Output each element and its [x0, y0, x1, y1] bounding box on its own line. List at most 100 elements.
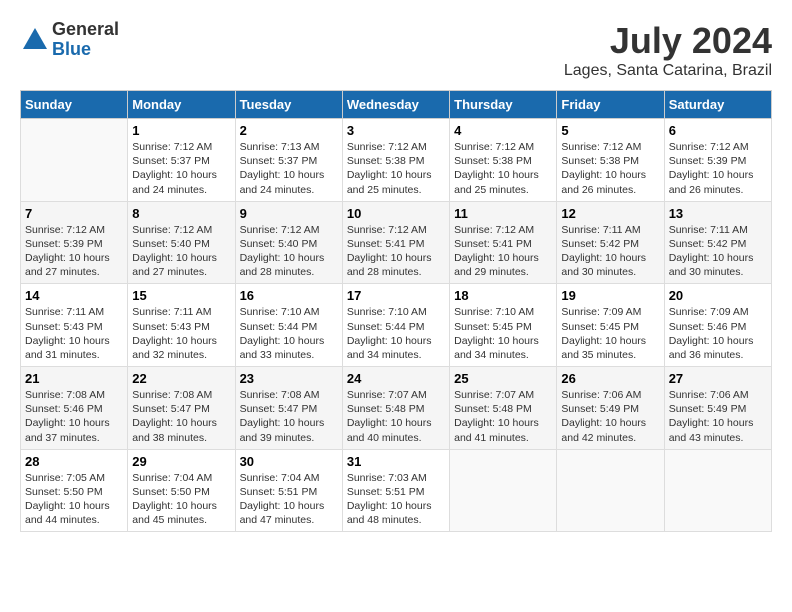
day-info: Sunrise: 7:12 AM Sunset: 5:40 PM Dayligh… — [240, 223, 338, 280]
day-number: 16 — [240, 288, 338, 303]
weekday-header-monday: Monday — [128, 91, 235, 119]
calendar-cell: 20 Sunrise: 7:09 AM Sunset: 5:46 PM Dayli… — [664, 284, 771, 367]
calendar-cell: 27 Sunrise: 7:06 AM Sunset: 5:49 PM Dayli… — [664, 367, 771, 450]
day-number: 4 — [454, 123, 552, 138]
weekday-header-wednesday: Wednesday — [342, 91, 449, 119]
calendar-cell: 29 Sunrise: 7:04 AM Sunset: 5:50 PM Dayli… — [128, 449, 235, 532]
day-info: Sunrise: 7:10 AM Sunset: 5:44 PM Dayligh… — [347, 305, 445, 362]
calendar-cell: 17 Sunrise: 7:10 AM Sunset: 5:44 PM Dayli… — [342, 284, 449, 367]
weekday-header-tuesday: Tuesday — [235, 91, 342, 119]
day-number: 6 — [669, 123, 767, 138]
day-number: 29 — [132, 454, 230, 469]
day-info: Sunrise: 7:03 AM Sunset: 5:51 PM Dayligh… — [347, 471, 445, 528]
logo-general-text: General — [52, 20, 119, 40]
day-number: 18 — [454, 288, 552, 303]
day-info: Sunrise: 7:12 AM Sunset: 5:38 PM Dayligh… — [347, 140, 445, 197]
day-number: 3 — [347, 123, 445, 138]
day-info: Sunrise: 7:08 AM Sunset: 5:47 PM Dayligh… — [240, 388, 338, 445]
calendar-cell: 25 Sunrise: 7:07 AM Sunset: 5:48 PM Dayli… — [450, 367, 557, 450]
calendar-cell — [21, 119, 128, 202]
day-number: 9 — [240, 206, 338, 221]
day-number: 27 — [669, 371, 767, 386]
calendar-cell: 18 Sunrise: 7:10 AM Sunset: 5:45 PM Dayli… — [450, 284, 557, 367]
weekday-header-sunday: Sunday — [21, 91, 128, 119]
day-info: Sunrise: 7:11 AM Sunset: 5:43 PM Dayligh… — [132, 305, 230, 362]
day-info: Sunrise: 7:09 AM Sunset: 5:45 PM Dayligh… — [561, 305, 659, 362]
calendar-cell: 15Sunrise: 7:11 AM Sunset: 5:43 PM Dayli… — [128, 284, 235, 367]
calendar-cell: 31 Sunrise: 7:03 AM Sunset: 5:51 PM Dayli… — [342, 449, 449, 532]
calendar-cell: 10 Sunrise: 7:12 AM Sunset: 5:41 PM Dayli… — [342, 201, 449, 284]
calendar-cell: 1Sunrise: 7:12 AM Sunset: 5:37 PM Daylig… — [128, 119, 235, 202]
day-number: 11 — [454, 206, 552, 221]
day-number: 2 — [240, 123, 338, 138]
calendar-cell: 12Sunrise: 7:11 AM Sunset: 5:42 PM Dayli… — [557, 201, 664, 284]
page-header: General Blue July 2024 Lages, Santa Cata… — [20, 20, 772, 80]
day-info: Sunrise: 7:04 AM Sunset: 5:51 PM Dayligh… — [240, 471, 338, 528]
weekday-header-thursday: Thursday — [450, 91, 557, 119]
day-info: Sunrise: 7:10 AM Sunset: 5:45 PM Dayligh… — [454, 305, 552, 362]
calendar-table: SundayMondayTuesdayWednesdayThursdayFrid… — [20, 90, 772, 532]
calendar-cell: 28 Sunrise: 7:05 AM Sunset: 5:50 PM Dayli… — [21, 449, 128, 532]
calendar-cell — [557, 449, 664, 532]
calendar-week-row: 7 Sunrise: 7:12 AM Sunset: 5:39 PM Daylig… — [21, 201, 772, 284]
logo-blue-text: Blue — [52, 40, 119, 60]
day-info: Sunrise: 7:12 AM Sunset: 5:39 PM Dayligh… — [669, 140, 767, 197]
day-info: Sunrise: 7:12 AM Sunset: 5:41 PM Dayligh… — [347, 223, 445, 280]
day-number: 13 — [669, 206, 767, 221]
location-subtitle: Lages, Santa Catarina, Brazil — [564, 62, 772, 80]
calendar-cell: 24 Sunrise: 7:07 AM Sunset: 5:48 PM Dayli… — [342, 367, 449, 450]
day-info: Sunrise: 7:07 AM Sunset: 5:48 PM Dayligh… — [347, 388, 445, 445]
day-info: Sunrise: 7:10 AM Sunset: 5:44 PM Dayligh… — [240, 305, 338, 362]
day-info: Sunrise: 7:12 AM Sunset: 5:39 PM Dayligh… — [25, 223, 123, 280]
calendar-cell: 8 Sunrise: 7:12 AM Sunset: 5:40 PM Daylig… — [128, 201, 235, 284]
calendar-cell: 16 Sunrise: 7:10 AM Sunset: 5:44 PM Dayli… — [235, 284, 342, 367]
day-number: 14 — [25, 288, 123, 303]
day-info: Sunrise: 7:05 AM Sunset: 5:50 PM Dayligh… — [25, 471, 123, 528]
calendar-cell: 23 Sunrise: 7:08 AM Sunset: 5:47 PM Dayli… — [235, 367, 342, 450]
calendar-week-row: 1Sunrise: 7:12 AM Sunset: 5:37 PM Daylig… — [21, 119, 772, 202]
day-number: 31 — [347, 454, 445, 469]
day-info: Sunrise: 7:09 AM Sunset: 5:46 PM Dayligh… — [669, 305, 767, 362]
day-number: 8 — [132, 206, 230, 221]
calendar-cell: 2Sunrise: 7:13 AM Sunset: 5:37 PM Daylig… — [235, 119, 342, 202]
calendar-cell: 3 Sunrise: 7:12 AM Sunset: 5:38 PM Daylig… — [342, 119, 449, 202]
calendar-cell: 21Sunrise: 7:08 AM Sunset: 5:46 PM Dayli… — [21, 367, 128, 450]
day-info: Sunrise: 7:12 AM Sunset: 5:37 PM Dayligh… — [132, 140, 230, 197]
calendar-cell: 5 Sunrise: 7:12 AM Sunset: 5:38 PM Daylig… — [557, 119, 664, 202]
day-info: Sunrise: 7:11 AM Sunset: 5:42 PM Dayligh… — [669, 223, 767, 280]
day-info: Sunrise: 7:11 AM Sunset: 5:43 PM Dayligh… — [25, 305, 123, 362]
calendar-cell — [664, 449, 771, 532]
day-info: Sunrise: 7:06 AM Sunset: 5:49 PM Dayligh… — [669, 388, 767, 445]
calendar-cell: 7 Sunrise: 7:12 AM Sunset: 5:39 PM Daylig… — [21, 201, 128, 284]
calendar-cell: 9 Sunrise: 7:12 AM Sunset: 5:40 PM Daylig… — [235, 201, 342, 284]
day-info: Sunrise: 7:06 AM Sunset: 5:49 PM Dayligh… — [561, 388, 659, 445]
day-info: Sunrise: 7:07 AM Sunset: 5:48 PM Dayligh… — [454, 388, 552, 445]
calendar-cell: 4Sunrise: 7:12 AM Sunset: 5:38 PM Daylig… — [450, 119, 557, 202]
weekday-header-friday: Friday — [557, 91, 664, 119]
day-number: 5 — [561, 123, 659, 138]
day-number: 23 — [240, 371, 338, 386]
day-number: 24 — [347, 371, 445, 386]
weekday-header-row: SundayMondayTuesdayWednesdayThursdayFrid… — [21, 91, 772, 119]
day-info: Sunrise: 7:08 AM Sunset: 5:46 PM Dayligh… — [25, 388, 123, 445]
day-number: 7 — [25, 206, 123, 221]
day-number: 12 — [561, 206, 659, 221]
calendar-cell: 6 Sunrise: 7:12 AM Sunset: 5:39 PM Daylig… — [664, 119, 771, 202]
day-number: 22 — [132, 371, 230, 386]
calendar-cell: 26Sunrise: 7:06 AM Sunset: 5:49 PM Dayli… — [557, 367, 664, 450]
month-title: July 2024 — [564, 20, 772, 62]
calendar-cell: 22Sunrise: 7:08 AM Sunset: 5:47 PM Dayli… — [128, 367, 235, 450]
day-number: 19 — [561, 288, 659, 303]
day-number: 17 — [347, 288, 445, 303]
day-info: Sunrise: 7:12 AM Sunset: 5:40 PM Dayligh… — [132, 223, 230, 280]
day-info: Sunrise: 7:04 AM Sunset: 5:50 PM Dayligh… — [132, 471, 230, 528]
calendar-cell — [450, 449, 557, 532]
day-info: Sunrise: 7:12 AM Sunset: 5:38 PM Dayligh… — [561, 140, 659, 197]
calendar-cell: 14 Sunrise: 7:11 AM Sunset: 5:43 PM Dayli… — [21, 284, 128, 367]
calendar-week-row: 14 Sunrise: 7:11 AM Sunset: 5:43 PM Dayli… — [21, 284, 772, 367]
day-number: 28 — [25, 454, 123, 469]
day-number: 20 — [669, 288, 767, 303]
day-number: 10 — [347, 206, 445, 221]
calendar-cell: 30Sunrise: 7:04 AM Sunset: 5:51 PM Dayli… — [235, 449, 342, 532]
day-number: 25 — [454, 371, 552, 386]
